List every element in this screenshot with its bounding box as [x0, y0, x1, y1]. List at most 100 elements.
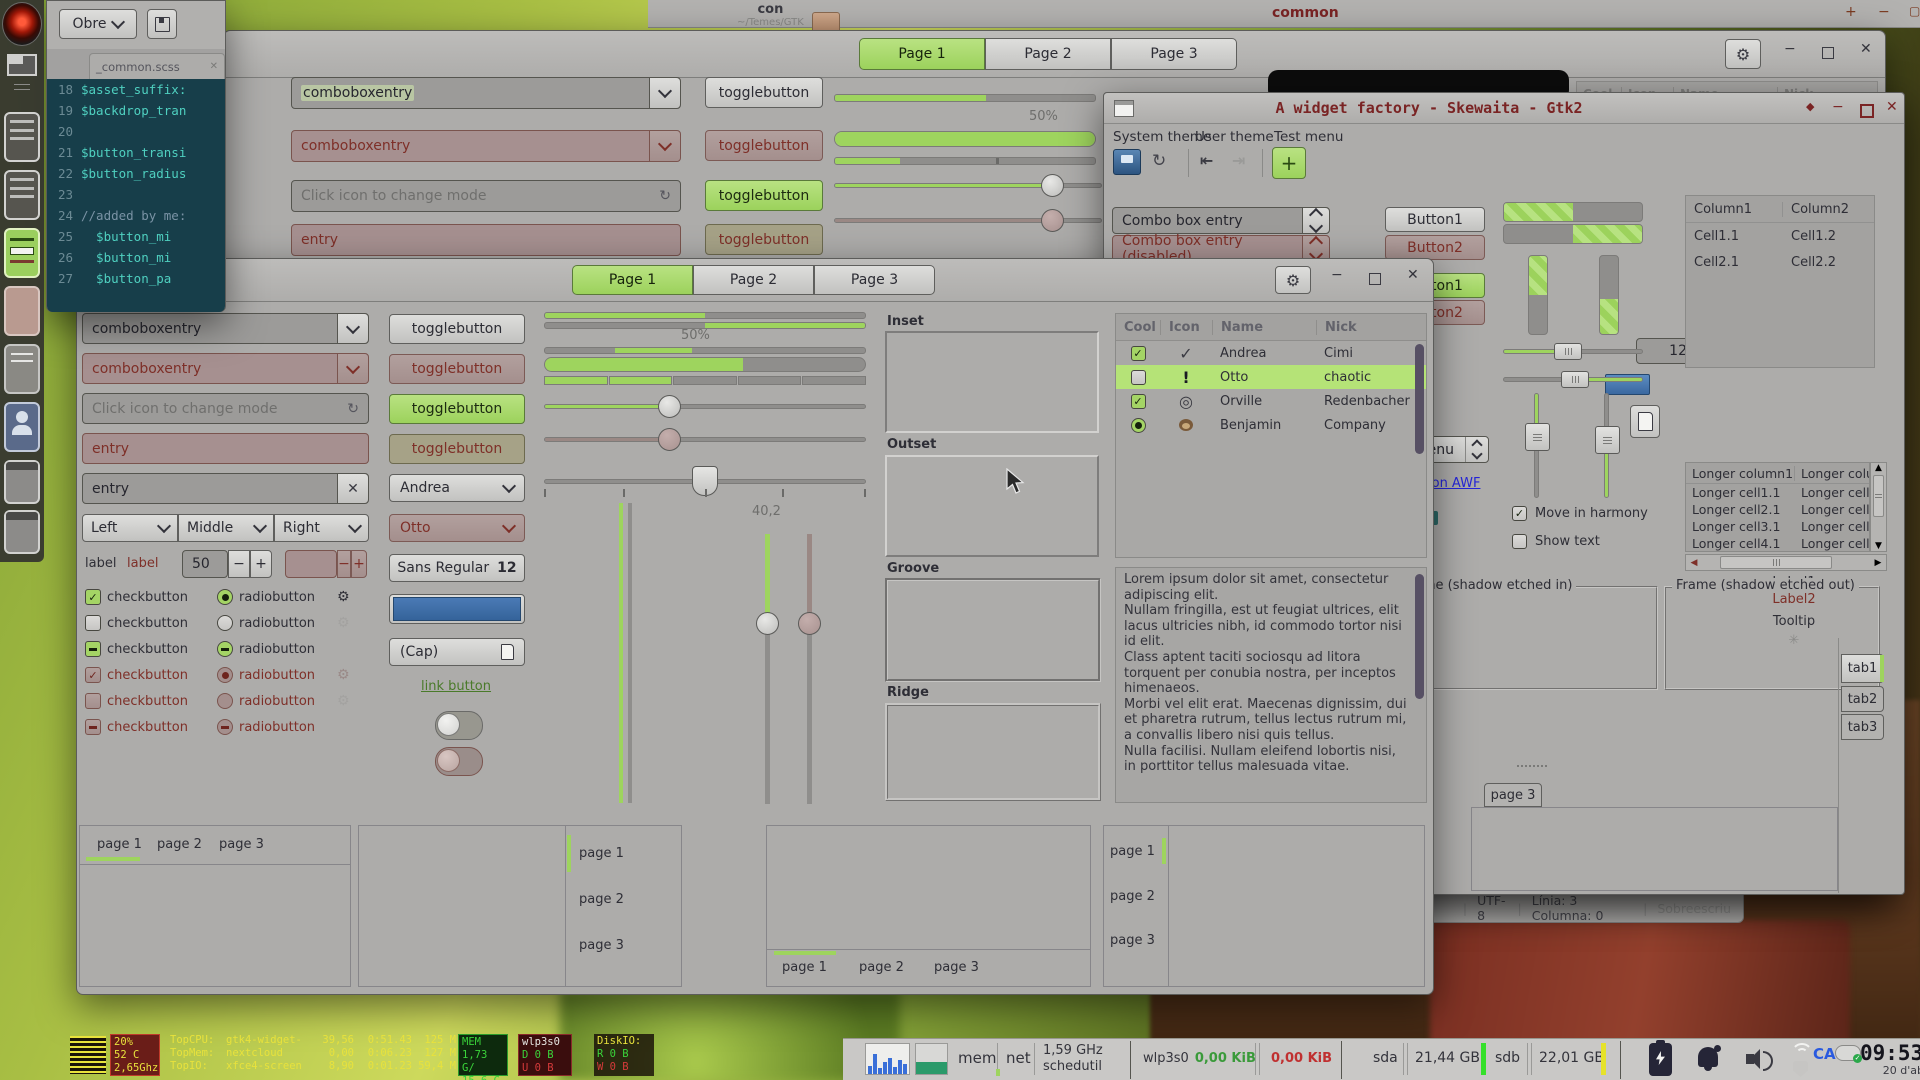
fg-combo-right[interactable]: Right	[274, 514, 369, 542]
shield-icon[interactable]	[1793, 1061, 1808, 1077]
gtk2-side-tab1[interactable]: tab1	[1841, 654, 1884, 683]
bg-comboboxentry-1[interactable]: comboboxentry	[291, 77, 681, 109]
gtk2-pin-button[interactable]: ◆	[1806, 100, 1814, 113]
gtk2-notebook-tab-page3[interactable]: page 3	[1484, 783, 1542, 807]
gtk2-side-tab3[interactable]: tab3	[1841, 714, 1884, 740]
gtk2-minimize-button[interactable]: −	[1832, 99, 1844, 115]
bg-tab-page1[interactable]: Page 1	[859, 38, 985, 70]
cpu-graph[interactable]	[865, 1043, 910, 1075]
table-row-selected[interactable]: ! Otto chaotic	[1116, 365, 1426, 389]
gtk2-combo-box-entry[interactable]: Combo box entry	[1112, 207, 1330, 234]
add-button[interactable]: +	[1272, 147, 1306, 179]
refresh-icon[interactable]: ↻	[1152, 151, 1166, 171]
bg-scale-1-knob[interactable]	[1041, 174, 1064, 197]
radio-selected[interactable]	[217, 589, 233, 605]
fg-tab-page2[interactable]: Page 2	[693, 265, 814, 295]
fg-cap-button[interactable]: (Cap)	[389, 638, 525, 666]
gtk2-check-harmony[interactable]: ✓Move in harmony	[1512, 506, 1648, 521]
tab-page1[interactable]: page 1	[782, 960, 827, 975]
terminal-icon[interactable]	[4, 112, 40, 162]
scrollbar-thumb[interactable]	[1720, 556, 1832, 569]
fg-color-button[interactable]	[389, 594, 525, 624]
archive-icon[interactable]	[1113, 149, 1141, 175]
tab-close-icon[interactable]: ✕	[210, 61, 218, 72]
save-button[interactable]	[147, 9, 177, 39]
fg-tab-page1[interactable]: Page 1	[572, 265, 693, 295]
gtk2-table2-vscrollbar[interactable]: ▲ ▼	[1870, 462, 1887, 552]
fg-vscale-filled[interactable]	[619, 503, 623, 803]
gtk2-menu-user-theme[interactable]: User theme	[1195, 129, 1274, 145]
gtk2-side-tab2[interactable]: tab2	[1841, 686, 1884, 712]
bg-minimize-button[interactable]: −	[1784, 41, 1796, 57]
table-row[interactable]: Benjamin Company	[1116, 413, 1426, 437]
net-graph[interactable]	[915, 1043, 948, 1075]
fg-entry-clear[interactable]: entry✕	[82, 473, 369, 504]
bg-tab-page2[interactable]: Page 2	[985, 38, 1111, 70]
fg-spin-minus[interactable]: −	[228, 550, 250, 578]
bg-maximize-button[interactable]	[1822, 47, 1834, 59]
bg-entry-icon-mode[interactable]: Click icon to change mode↻	[291, 180, 681, 212]
fg-vscale-empty[interactable]	[628, 503, 632, 803]
widget-factory-icon-active[interactable]	[4, 228, 40, 278]
fg-combo-andrea[interactable]: Andrea	[389, 474, 525, 502]
gtk2-menu-test-menu[interactable]: Test menu	[1274, 129, 1343, 145]
speaker-icon[interactable]	[1746, 1047, 1774, 1071]
gtk2-scale-v1-knob[interactable]	[1525, 423, 1550, 451]
gtk2-table1[interactable]: Column1Column2 Cell1.1Cell1.2 Cell2.1Cel…	[1685, 195, 1875, 368]
net-label[interactable]: net	[1006, 1049, 1031, 1067]
clock-time[interactable]: 09:53	[1860, 1041, 1920, 1065]
gtk2-table2[interactable]: Longer column1Longer column2 Longer cell…	[1685, 462, 1870, 552]
net-monitor[interactable]: wlp3s00,00 KiB	[1143, 1051, 1256, 1066]
fg-scale-1-knob[interactable]	[658, 395, 681, 418]
disk1-label[interactable]: sda	[1373, 1050, 1398, 1066]
table-row[interactable]: ✓ ✓ Andrea Cimi	[1116, 341, 1426, 365]
files-icon[interactable]	[4, 286, 40, 336]
fg-gear-button[interactable]: ⚙	[1275, 266, 1311, 294]
notes-icon[interactable]	[4, 344, 40, 394]
disk1-value[interactable]: 21,44 GB	[1415, 1050, 1480, 1066]
cpu-freq[interactable]: 1,59 GHzschedutil	[1043, 1043, 1103, 1075]
checkbox-checked[interactable]: ✓	[85, 589, 101, 605]
battery-icon[interactable]	[1649, 1043, 1672, 1076]
fg-spinbutton[interactable]: 50	[182, 550, 228, 578]
wifi-icon[interactable]	[1791, 1043, 1809, 1057]
tab-page2[interactable]: page 2	[157, 837, 202, 852]
scroll-up-icon[interactable]: ▲	[1871, 463, 1886, 473]
tab-page1[interactable]: page 1	[1110, 844, 1155, 859]
fg-togglebutton-1[interactable]: togglebutton	[389, 314, 525, 344]
windows-icon[interactable]	[7, 54, 37, 76]
scroll-right-icon[interactable]: ▶	[1870, 558, 1886, 568]
checkbox-mixed[interactable]	[85, 641, 101, 657]
disk2-value[interactable]: 22,01 GB	[1539, 1050, 1604, 1066]
menu-plus-button[interactable]: +	[1845, 4, 1857, 20]
fg-close-button[interactable]: ✕	[1407, 267, 1419, 283]
text-scrollbar[interactable]	[1415, 574, 1424, 699]
gtk2-maximize-button[interactable]	[1860, 104, 1874, 118]
gtk2-button1[interactable]: Button1	[1385, 207, 1485, 232]
checkbox-unchecked[interactable]	[85, 615, 101, 631]
window-icon-2[interactable]	[4, 510, 40, 554]
fg-link-button[interactable]: link button	[421, 679, 491, 694]
hal-eye-logo[interactable]	[2, 2, 42, 46]
radio-unselected[interactable]	[217, 615, 233, 631]
cloud-sync-icon[interactable]: ✓	[1835, 1045, 1861, 1061]
fg-scale-1-track[interactable]	[544, 404, 866, 409]
tab-page3[interactable]: page 3	[934, 960, 979, 975]
scrollbar-thumb[interactable]	[1873, 475, 1884, 517]
fg-combo-left[interactable]: Left	[82, 514, 178, 542]
user-icon[interactable]	[4, 402, 40, 452]
clear-icon[interactable]: ✕	[347, 481, 359, 497]
tab-page1[interactable]: page 1	[97, 837, 142, 852]
bg-gear-button[interactable]: ⚙	[1725, 39, 1761, 69]
terminal-icon-2[interactable]	[4, 170, 40, 220]
paned-handle[interactable]	[1517, 765, 1547, 767]
editor-tab[interactable]: _common.scss ✕	[89, 53, 225, 79]
fg-entry-icon-mode[interactable]: Click icon to change mode↻	[82, 393, 369, 424]
fg-tab-page3[interactable]: Page 3	[814, 265, 935, 295]
gtk2-check-showtext[interactable]: Show text	[1512, 534, 1600, 549]
fg-switch-off[interactable]	[435, 711, 483, 740]
tab-page3[interactable]: page 3	[1110, 933, 1155, 948]
upload-rate[interactable]: 0,00 KiB	[1271, 1051, 1332, 1066]
refresh-icon[interactable]: ↻	[659, 188, 671, 204]
code-pane[interactable]: 18$asset_suffix: 19$backdrop_tran 20 21$…	[47, 79, 225, 312]
